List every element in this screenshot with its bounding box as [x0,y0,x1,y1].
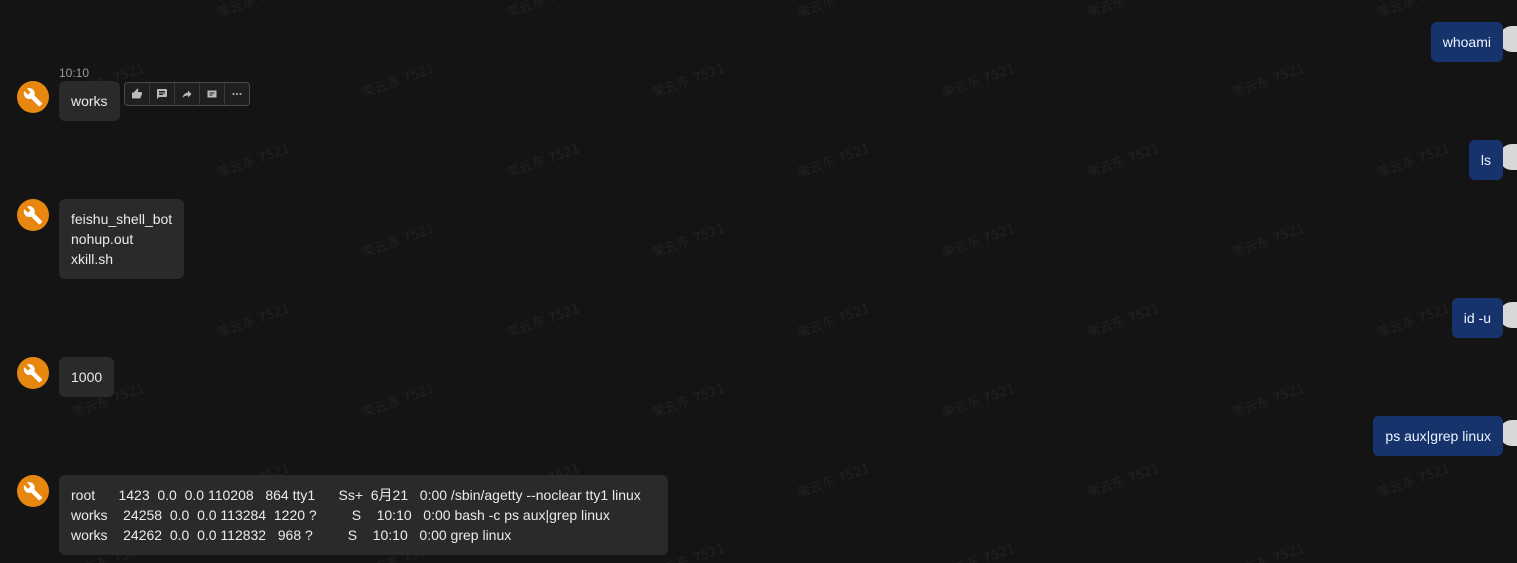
user-message-bubble[interactable]: id -u [1451,298,1503,338]
watermark-text: 荣云东 7521 [1375,301,1453,342]
watermark-text: 荣云东 7521 [795,301,873,342]
watermark-text: 荣云东 7521 [1085,0,1163,22]
user-message-bubble[interactable]: ls [1468,140,1503,180]
message-text: ps aux|grep linux [1385,428,1491,444]
thumbs-up-icon[interactable] [125,83,150,105]
watermark-text: 荣云东 7521 [795,461,873,502]
bot-avatar[interactable] [17,199,49,231]
watermark-text: 荣云东 7521 [1230,541,1308,563]
chat-window: 荣云东 7521 荣云东 7521 荣云东 7521 荣云东 7521 荣云东 7521… [0,0,1517,563]
message-text: ls [1480,152,1491,168]
message-text: works [71,93,108,109]
watermark-text: 荣云东 7521 [795,0,873,22]
bot-avatar[interactable] [17,357,49,389]
bot-message-bubble[interactable]: works [59,81,120,121]
watermark-text: 荣云东 7521 [505,141,583,182]
wrench-icon [23,364,43,383]
watermark-text: 荣云东 7521 [940,381,1018,422]
watermark-text: 荣云东 7521 [360,221,438,262]
message-line: works 24258 0.0 0.0 113284 1220 ? S 10:1… [71,507,610,523]
message-line: xkill.sh [71,251,114,267]
watermark-text: 荣云东 7521 [0,141,3,181]
watermark-text: 荣云东 7521 [940,61,1018,102]
watermark-text: 荣云东 7521 [215,0,293,22]
watermark-text: 荣云东 7521 [1085,301,1163,342]
more-icon[interactable] [225,83,249,105]
user-message-bubble[interactable]: ps aux|grep linux [1373,416,1503,456]
forward-icon[interactable] [175,83,200,105]
watermark-text: 荣云东 7521 [0,301,3,341]
watermark-text: 荣云东 7521 [650,381,728,422]
wrench-icon [23,482,43,501]
user-message-bubble[interactable]: whoami [1430,22,1503,62]
wrench-icon [23,88,43,107]
message-line: root 1423 0.0 0.0 110208 864 tty1 Ss+ 6月… [71,487,641,503]
watermark-text: 荣云东 7521 [505,0,583,22]
watermark-text: 荣云东 7521 [650,61,728,102]
flag-icon[interactable] [200,83,225,105]
message-timestamp: 10:10 [59,66,90,80]
bot-message-bubble[interactable]: root 1423 0.0 0.0 110208 864 tty1 Ss+ 6月… [59,475,668,555]
watermark-text: 荣云东 7521 [360,381,438,422]
watermark-text: 荣云东 7521 [215,141,293,182]
message-text: whoami [1442,34,1491,50]
message-line: works 24262 0.0 0.0 112832 968 ? S 10:10… [71,527,512,543]
message-line: feishu_shell_bot [71,211,173,227]
watermark-text: 荣云东 7521 [1230,381,1308,422]
bot-avatar[interactable] [17,81,49,113]
watermark-text: 荣云东 7521 [1375,461,1453,502]
watermark-text: 荣云东 7521 [215,301,293,342]
message-text: 1000 [71,369,103,385]
watermark-text: 荣云东 7521 [360,61,438,102]
bot-message-bubble[interactable]: 1000 [59,357,115,397]
reply-icon[interactable] [150,83,175,105]
watermark-text: 荣云东 7521 [940,221,1018,262]
watermark-text: 荣云东 7521 [1375,0,1453,22]
message-action-toolbar [124,82,250,106]
watermark-text: 荣云东 7521 [1230,61,1308,102]
watermark-text: 荣云东 7521 [1085,141,1163,182]
watermark-text: 荣云东 7521 [0,0,2,21]
bot-message-bubble[interactable]: feishu_shell_bot nohup.out xkill.sh [59,199,185,279]
watermark-text: 荣云东 7521 [1375,141,1453,182]
watermark-text: 荣云东 7521 [940,541,1018,563]
message-text: id -u [1463,310,1491,326]
wrench-icon [23,206,43,225]
watermark-text: 荣云东 7521 [650,221,728,262]
message-line: nohup.out [71,231,134,247]
bot-avatar[interactable] [17,475,49,507]
watermark-text: 荣云东 7521 [795,141,873,182]
watermark-text: 荣云东 7521 [505,301,583,342]
watermark-text: 荣云东 7521 [1230,221,1308,262]
watermark-text: 荣云东 7521 [0,461,3,501]
watermark-text: 荣云东 7521 [1085,461,1163,502]
